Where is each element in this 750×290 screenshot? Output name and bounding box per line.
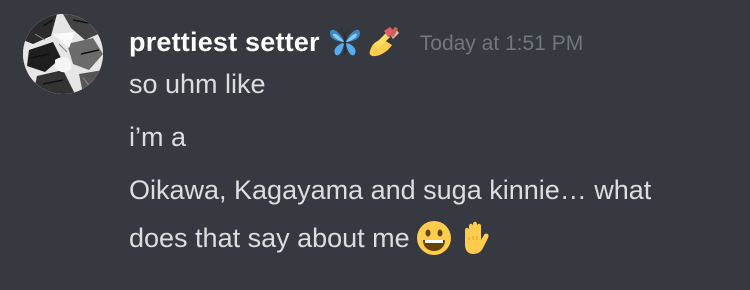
raised-hand-emoji-icon [458, 220, 494, 256]
user-avatar[interactable] [23, 14, 103, 94]
message-line-last: does that say about me [129, 220, 494, 256]
message-line: so uhm like [129, 69, 266, 99]
chat-message: prettiest setter Today at 1:51 PM so uhm… [0, 0, 750, 290]
nail-polish-emoji-icon [366, 25, 400, 59]
message-line: i’m a [129, 122, 187, 152]
message-line: Oikawa, Kagayama and suga kinnie… what [129, 175, 652, 205]
message-timestamp: Today at 1:51 PM [419, 31, 584, 55]
author-username[interactable]: prettiest setter [129, 27, 320, 58]
grinning-face-emoji-icon [416, 220, 452, 256]
message-line-text: does that say about me [129, 223, 410, 253]
manga-avatar-image [23, 14, 103, 94]
butterfly-emoji-icon [328, 25, 362, 59]
message-header: prettiest setter Today at 1:51 PM [129, 22, 583, 62]
